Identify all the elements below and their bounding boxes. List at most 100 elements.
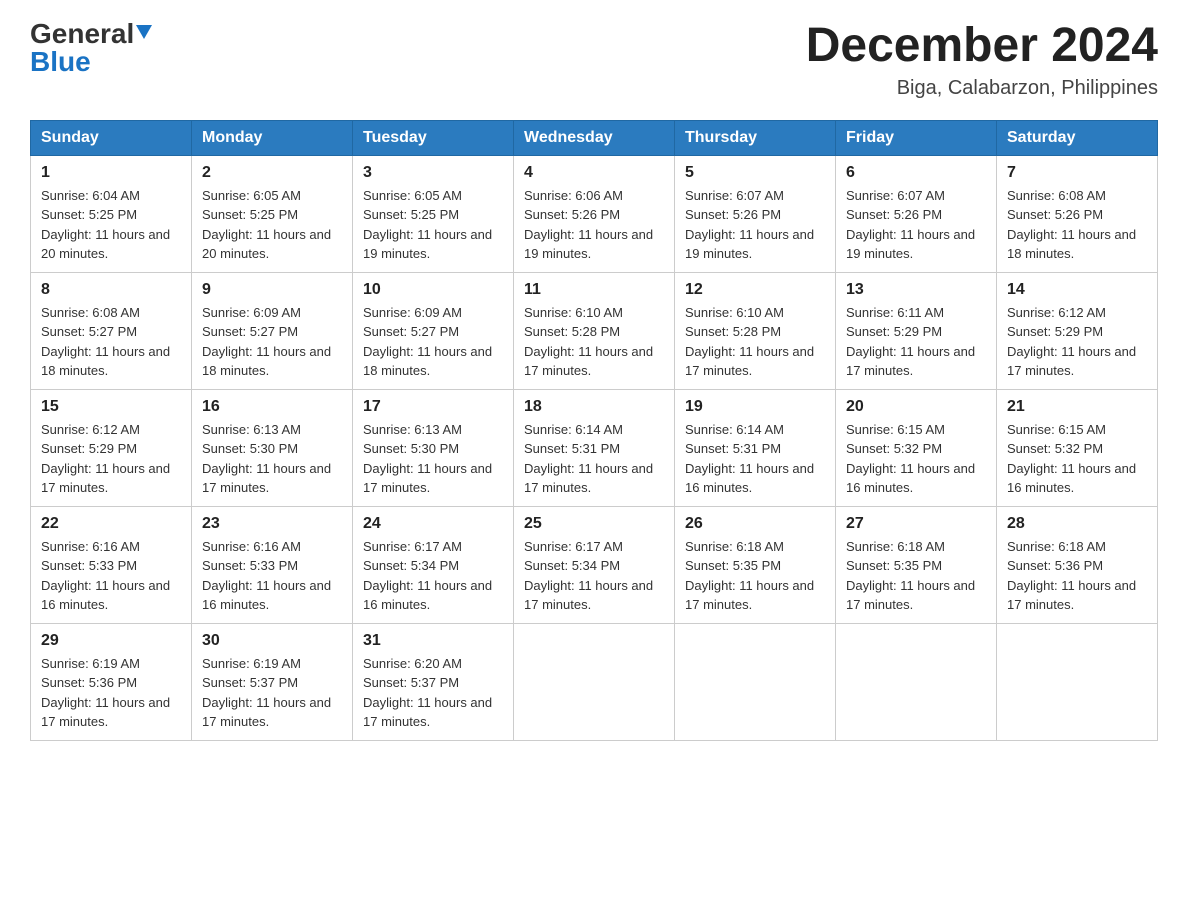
calendar-cell: 6 Sunrise: 6:07 AMSunset: 5:26 PMDayligh… (836, 155, 997, 272)
day-info: Sunrise: 6:10 AMSunset: 5:28 PMDaylight:… (685, 303, 825, 381)
column-header-sunday: Sunday (31, 120, 192, 155)
calendar-cell: 14 Sunrise: 6:12 AMSunset: 5:29 PMDaylig… (997, 272, 1158, 389)
day-info: Sunrise: 6:08 AMSunset: 5:27 PMDaylight:… (41, 303, 181, 381)
calendar-cell: 28 Sunrise: 6:18 AMSunset: 5:36 PMDaylig… (997, 506, 1158, 623)
day-number: 30 (202, 632, 342, 650)
page-header: General Blue December 2024 Biga, Calabar… (30, 20, 1158, 100)
day-number: 14 (1007, 281, 1147, 299)
title-section: December 2024 Biga, Calabarzon, Philippi… (806, 20, 1158, 100)
day-number: 1 (41, 164, 181, 182)
day-info: Sunrise: 6:07 AMSunset: 5:26 PMDaylight:… (685, 186, 825, 264)
calendar-cell: 18 Sunrise: 6:14 AMSunset: 5:31 PMDaylig… (514, 389, 675, 506)
calendar-cell: 20 Sunrise: 6:15 AMSunset: 5:32 PMDaylig… (836, 389, 997, 506)
day-number: 20 (846, 398, 986, 416)
day-number: 22 (41, 515, 181, 533)
calendar-cell: 22 Sunrise: 6:16 AMSunset: 5:33 PMDaylig… (31, 506, 192, 623)
day-number: 25 (524, 515, 664, 533)
day-number: 31 (363, 632, 503, 650)
calendar-cell: 31 Sunrise: 6:20 AMSunset: 5:37 PMDaylig… (353, 623, 514, 740)
calendar-row-week-4: 22 Sunrise: 6:16 AMSunset: 5:33 PMDaylig… (31, 506, 1158, 623)
day-number: 2 (202, 164, 342, 182)
calendar-cell: 12 Sunrise: 6:10 AMSunset: 5:28 PMDaylig… (675, 272, 836, 389)
day-info: Sunrise: 6:13 AMSunset: 5:30 PMDaylight:… (363, 420, 503, 498)
logo-triangle-icon (136, 25, 152, 39)
calendar-row-week-5: 29 Sunrise: 6:19 AMSunset: 5:36 PMDaylig… (31, 623, 1158, 740)
calendar-cell: 25 Sunrise: 6:17 AMSunset: 5:34 PMDaylig… (514, 506, 675, 623)
day-number: 27 (846, 515, 986, 533)
column-header-wednesday: Wednesday (514, 120, 675, 155)
day-number: 19 (685, 398, 825, 416)
day-info: Sunrise: 6:12 AMSunset: 5:29 PMDaylight:… (1007, 303, 1147, 381)
day-info: Sunrise: 6:04 AMSunset: 5:25 PMDaylight:… (41, 186, 181, 264)
calendar-cell: 27 Sunrise: 6:18 AMSunset: 5:35 PMDaylig… (836, 506, 997, 623)
calendar-cell (514, 623, 675, 740)
day-info: Sunrise: 6:16 AMSunset: 5:33 PMDaylight:… (41, 537, 181, 615)
logo-blue-text: Blue (30, 48, 91, 76)
calendar-row-week-1: 1 Sunrise: 6:04 AMSunset: 5:25 PMDayligh… (31, 155, 1158, 272)
calendar-cell: 16 Sunrise: 6:13 AMSunset: 5:30 PMDaylig… (192, 389, 353, 506)
day-info: Sunrise: 6:15 AMSunset: 5:32 PMDaylight:… (1007, 420, 1147, 498)
day-number: 18 (524, 398, 664, 416)
calendar-cell: 17 Sunrise: 6:13 AMSunset: 5:30 PMDaylig… (353, 389, 514, 506)
calendar-cell (997, 623, 1158, 740)
day-number: 4 (524, 164, 664, 182)
day-info: Sunrise: 6:05 AMSunset: 5:25 PMDaylight:… (202, 186, 342, 264)
logo: General Blue (30, 20, 152, 76)
column-header-friday: Friday (836, 120, 997, 155)
calendar-cell: 2 Sunrise: 6:05 AMSunset: 5:25 PMDayligh… (192, 155, 353, 272)
calendar-header-row: SundayMondayTuesdayWednesdayThursdayFrid… (31, 120, 1158, 155)
day-info: Sunrise: 6:06 AMSunset: 5:26 PMDaylight:… (524, 186, 664, 264)
day-number: 10 (363, 281, 503, 299)
calendar-cell: 24 Sunrise: 6:17 AMSunset: 5:34 PMDaylig… (353, 506, 514, 623)
day-number: 8 (41, 281, 181, 299)
calendar-cell: 23 Sunrise: 6:16 AMSunset: 5:33 PMDaylig… (192, 506, 353, 623)
day-info: Sunrise: 6:19 AMSunset: 5:37 PMDaylight:… (202, 654, 342, 732)
day-number: 13 (846, 281, 986, 299)
calendar-cell: 3 Sunrise: 6:05 AMSunset: 5:25 PMDayligh… (353, 155, 514, 272)
column-header-tuesday: Tuesday (353, 120, 514, 155)
day-info: Sunrise: 6:09 AMSunset: 5:27 PMDaylight:… (363, 303, 503, 381)
calendar-cell: 4 Sunrise: 6:06 AMSunset: 5:26 PMDayligh… (514, 155, 675, 272)
day-info: Sunrise: 6:17 AMSunset: 5:34 PMDaylight:… (363, 537, 503, 615)
day-info: Sunrise: 6:05 AMSunset: 5:25 PMDaylight:… (363, 186, 503, 264)
day-number: 7 (1007, 164, 1147, 182)
calendar-subtitle: Biga, Calabarzon, Philippines (806, 77, 1158, 100)
day-info: Sunrise: 6:09 AMSunset: 5:27 PMDaylight:… (202, 303, 342, 381)
day-info: Sunrise: 6:16 AMSunset: 5:33 PMDaylight:… (202, 537, 342, 615)
day-number: 5 (685, 164, 825, 182)
calendar-cell: 26 Sunrise: 6:18 AMSunset: 5:35 PMDaylig… (675, 506, 836, 623)
calendar-cell (675, 623, 836, 740)
day-info: Sunrise: 6:11 AMSunset: 5:29 PMDaylight:… (846, 303, 986, 381)
calendar-cell: 9 Sunrise: 6:09 AMSunset: 5:27 PMDayligh… (192, 272, 353, 389)
day-info: Sunrise: 6:10 AMSunset: 5:28 PMDaylight:… (524, 303, 664, 381)
day-number: 3 (363, 164, 503, 182)
calendar-cell: 10 Sunrise: 6:09 AMSunset: 5:27 PMDaylig… (353, 272, 514, 389)
day-number: 11 (524, 281, 664, 299)
day-number: 29 (41, 632, 181, 650)
calendar-cell: 8 Sunrise: 6:08 AMSunset: 5:27 PMDayligh… (31, 272, 192, 389)
day-number: 26 (685, 515, 825, 533)
day-number: 6 (846, 164, 986, 182)
day-info: Sunrise: 6:17 AMSunset: 5:34 PMDaylight:… (524, 537, 664, 615)
calendar-cell: 21 Sunrise: 6:15 AMSunset: 5:32 PMDaylig… (997, 389, 1158, 506)
day-info: Sunrise: 6:18 AMSunset: 5:35 PMDaylight:… (685, 537, 825, 615)
day-number: 21 (1007, 398, 1147, 416)
day-info: Sunrise: 6:19 AMSunset: 5:36 PMDaylight:… (41, 654, 181, 732)
calendar-cell: 13 Sunrise: 6:11 AMSunset: 5:29 PMDaylig… (836, 272, 997, 389)
calendar-cell: 15 Sunrise: 6:12 AMSunset: 5:29 PMDaylig… (31, 389, 192, 506)
logo-general-text: General (30, 20, 134, 48)
calendar-cell: 29 Sunrise: 6:19 AMSunset: 5:36 PMDaylig… (31, 623, 192, 740)
day-info: Sunrise: 6:08 AMSunset: 5:26 PMDaylight:… (1007, 186, 1147, 264)
day-number: 16 (202, 398, 342, 416)
day-info: Sunrise: 6:20 AMSunset: 5:37 PMDaylight:… (363, 654, 503, 732)
calendar-cell: 5 Sunrise: 6:07 AMSunset: 5:26 PMDayligh… (675, 155, 836, 272)
calendar-cell: 11 Sunrise: 6:10 AMSunset: 5:28 PMDaylig… (514, 272, 675, 389)
day-number: 9 (202, 281, 342, 299)
column-header-thursday: Thursday (675, 120, 836, 155)
column-header-saturday: Saturday (997, 120, 1158, 155)
calendar-cell: 30 Sunrise: 6:19 AMSunset: 5:37 PMDaylig… (192, 623, 353, 740)
day-number: 15 (41, 398, 181, 416)
day-number: 17 (363, 398, 503, 416)
day-info: Sunrise: 6:14 AMSunset: 5:31 PMDaylight:… (685, 420, 825, 498)
day-number: 28 (1007, 515, 1147, 533)
